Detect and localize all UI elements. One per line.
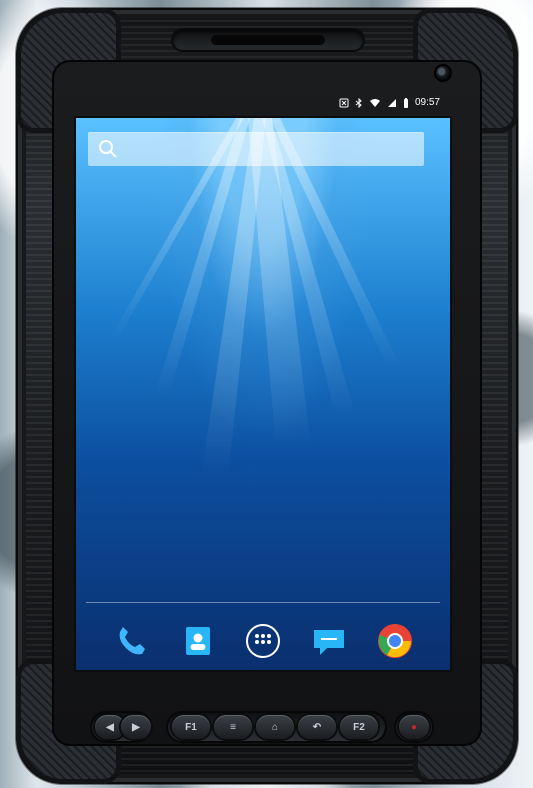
nfc-icon: [339, 98, 349, 108]
dock-divider: [86, 602, 440, 603]
search-icon: [99, 140, 117, 158]
messaging-app[interactable]: [308, 620, 350, 662]
home-screen: [74, 116, 452, 672]
message-icon: [314, 630, 344, 655]
contacts-app[interactable]: [176, 620, 218, 662]
phone-app[interactable]: [110, 620, 152, 662]
battery-icon: [403, 97, 408, 108]
power-button[interactable]: ●: [399, 715, 429, 739]
menu-icon: ≡: [230, 721, 236, 733]
menu-button[interactable]: ≡: [214, 715, 252, 739]
bluetooth-icon: [355, 98, 362, 108]
clock-time: 09:57: [414, 97, 440, 108]
status-bar: 09:57: [290, 94, 440, 112]
home-button[interactable]: ⌂: [256, 715, 294, 739]
back-button[interactable]: ↶: [298, 715, 336, 739]
grid-icon: [246, 624, 280, 658]
search-input[interactable]: [88, 131, 424, 167]
back-icon: ↶: [312, 721, 322, 733]
home-icon: ⌂: [271, 721, 279, 733]
chrome-icon: [378, 624, 412, 658]
wallpaper-light-rays: [110, 118, 401, 478]
f1-button[interactable]: F1: [172, 715, 210, 739]
contacts-icon: [186, 627, 210, 655]
f2-button[interactable]: F2: [340, 715, 378, 739]
app-dock: [110, 619, 416, 663]
signal-icon: [387, 99, 396, 107]
volume-up-icon: ▶: [132, 721, 140, 733]
google-search-bar[interactable]: [88, 131, 424, 167]
power-icon: ●: [410, 721, 418, 733]
chrome-app[interactable]: [374, 620, 416, 662]
earpiece-speaker: [173, 30, 363, 50]
front-camera: [436, 66, 450, 80]
wifi-icon: [369, 99, 380, 107]
app-drawer[interactable]: [242, 620, 284, 662]
volume-up-button[interactable]: ▶: [121, 715, 151, 739]
phone-icon: [119, 627, 145, 655]
